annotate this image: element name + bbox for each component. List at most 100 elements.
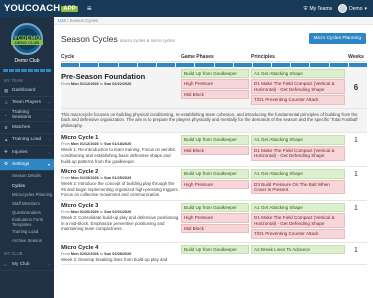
shield-icon: ⛨ [303,5,308,12]
sidebar-item-label: My Club [12,261,30,267]
sidebar-item-my-club[interactable]: ⌂ My Club › [0,258,54,271]
sidebar-item-training-sessions[interactable]: ◔ Training Sessions › [0,110,54,122]
weeks-count: 1 [354,246,358,254]
phase-tag: High Pressure [181,179,249,189]
principle-tag: A1 Get Attacking Shape [251,135,345,145]
principle-tag: A1 Get Attacking Shape [251,69,345,79]
sidebar-item-label: Training Sessions [11,110,32,121]
micro-cycle-name: Micro Cycle 2 [61,169,99,176]
avatar [338,4,348,13]
phases-cell: Build Up from Goalkeeper Mid Block [179,135,249,164]
sidebar-item-team-players[interactable]: ☺ Team Players › [0,97,54,110]
principles-cell: A1 Get Attacking Shape D3 Build Pressure … [249,169,345,198]
users-icon: ☺ [4,100,9,106]
phase-tag: Build Up from Goalkeeper [181,135,249,145]
principle-tag: T/D1 Preventing Counter Attack [251,95,345,105]
phase-tag: Mid Block [181,145,249,156]
club-badge: YCDEMO DEMO CLUB [11,23,43,55]
chevron-right-icon: › [48,100,50,106]
breadcrumb-team-link[interactable]: U16 [58,18,66,23]
sidebar: YCDEMO DEMO CLUB Demo Club MY TEAM ▦ Dash… [0,17,54,298]
principle-tag: A1 Get Attacking Shape [251,169,345,179]
chevron-right-icon: › [48,261,50,267]
micro-cycle-row[interactable]: Micro Cycle 3 From Mon 01/26/2026 to Sun … [61,201,367,243]
micro-cycle-description: Week 1: Re-introduction to team training… [61,147,176,164]
micro-cycle-dates: From Mon 02/02/2026 to Sun 02/08/2026 [61,251,132,256]
principle-tag: T/D1 Preventing Counter Attack [251,229,345,239]
settings-item-archive-season[interactable]: Archive Season [0,236,54,245]
user-menu[interactable]: Demo ▾ [338,4,367,13]
micro-cycle-list: Micro Cycle 1 From Mon 01/12/2026 to Sun … [61,133,367,266]
app-logo[interactable]: YOUCOACH APP [0,3,78,14]
principles-cell: A1 Get Attacking Shape D1 Make The Field … [249,202,345,240]
micro-cycle-description: Week 4: Develop breaking lines from buil… [61,256,168,262]
micro-cycles-planning-button[interactable]: Micro Cycles Planning [308,33,366,44]
menu-toggle-icon[interactable]: ≡ [87,4,92,13]
phase-tag: Build Up from Goalkeeper [181,69,249,79]
micro-cycle-row[interactable]: Micro Cycle 1 From Mon 01/12/2026 to Sun … [61,133,367,168]
club-badge-text: YCDEMO [14,28,40,50]
phases-cell: Build Up from Goalkeeper [179,244,249,263]
micro-cycle-name: Micro Cycle 3 [61,202,99,209]
page-title: Season Cycles macro cycles & micro cycles [61,33,175,44]
whistle-icon: ◔ [4,112,7,118]
phases-cell: Build Up from Goalkeeper High Pressure [179,169,249,198]
macro-cycle-name: Pre-Season Foundation [61,72,146,81]
settings-item-season-details[interactable]: Season Details [0,171,54,180]
main-content: U16 / Season Cycles Season Cycles macro c… [54,17,373,298]
principle-tag: D1 Make The Field Compact (Vertical & Ho… [251,145,345,161]
micro-cycle-description: Week 3: Consolidate build-up play and de… [61,214,179,232]
sidebar-nav: ▦ Dashboard ☺ Team Players › ◔ Training Sessio… [0,85,54,172]
phase-tag: Build Up from Goalkeeper [181,169,249,179]
weeks-count: 1 [354,171,358,179]
chevron-right-icon: › [48,137,50,143]
settings-subnav: Season Details Cycles Microcycles Planning… [0,171,54,245]
club-badge-ribbon: DEMO CLUB [11,40,43,45]
sidebar-item-matches[interactable]: ♛ Matches [0,122,54,135]
chevron-right-icon: › [48,112,50,118]
sidebar-item-training-load[interactable]: ▲ Training Load › [0,134,54,147]
micro-cycle-row[interactable]: Micro Cycle 4 From Mon 02/02/2026 to Sun … [61,243,367,266]
trophy-icon: ♛ [4,124,9,130]
sidebar-item-label: Training Load [12,137,42,143]
cycles-table: Cycle Game Phases Principles Weeks Pre-S… [61,52,367,266]
injury-icon: ✚ [4,149,8,155]
settings-item-questionnaires[interactable]: Questionnaires [0,208,54,217]
sidebar-item-injuries[interactable]: ✚ Injuries › [0,146,54,159]
settings-item-evaluation-form-templates[interactable]: Evaluation Form Templates [0,217,54,227]
club-name: Demo Club [14,58,40,64]
chevron-right-icon: › [48,149,50,155]
phase-tag: Build Up from Goalkeeper [181,244,249,254]
my-teams-menu[interactable]: ⛨ My Teams [304,6,332,12]
sidebar-item-label: Settings [12,161,30,167]
table-header: Cycle Game Phases Principles Weeks [61,52,367,62]
sidebar-item-label: Injuries [12,149,28,155]
macro-cycle-dates: From Mon 01/12/2026 to Sun 02/22/2026 [61,82,132,86]
sidebar-item-label: Team Players [12,100,42,106]
gear-icon: ⚙ [4,161,9,167]
settings-item-staff-members[interactable]: Staff Members [0,199,54,208]
settings-item-microcycles-planning[interactable]: Microcycles Planning [0,190,54,199]
phase-tag: Mid Block [181,89,249,100]
macro-cycle-row[interactable]: Pre-Season Foundation From Mon 01/12/202… [61,67,367,109]
sidebar-item-settings[interactable]: ⚙ Settings ▾ [0,158,54,172]
principle-tag: D1 Make The Field Compact (Vertical & Ho… [251,79,345,95]
settings-item-cycles[interactable]: Cycles [0,180,54,189]
top-bar: YOUCOACH APP ≡ ⛨ My Teams Demo ▾ [0,0,373,17]
chart-icon: ▲ [4,137,9,143]
micro-cycle-row[interactable]: Micro Cycle 2 From Mon 01/19/2026 to Sun … [61,167,367,201]
sidebar-section-team: MY TEAM [4,78,23,83]
micro-cycle-dates: From Mon 01/26/2026 to Sun 02/01/2026 [61,209,132,214]
micro-cycle-name: Micro Cycle 4 [61,244,99,251]
settings-item-training-load[interactable]: Training Load [0,227,54,236]
sidebar-section-club: MY CLUB [4,251,23,257]
club-icon: ⌂ [4,261,7,267]
phase-tag: Build Up from Goalkeeper [181,202,249,213]
principle-tag: D3 Build Pressure On The Ball When Cover… [251,179,345,195]
chevron-down-icon: ▾ [364,5,367,12]
weeks-count: 1 [354,204,358,212]
phase-tag: High Pressure [181,213,249,223]
phases-cell: Build Up from Goalkeeper High Pressure Mid… [179,69,249,106]
sidebar-item-dashboard[interactable]: ▦ Dashboard [0,85,54,98]
sidebar-item-label: Matches [12,125,31,131]
